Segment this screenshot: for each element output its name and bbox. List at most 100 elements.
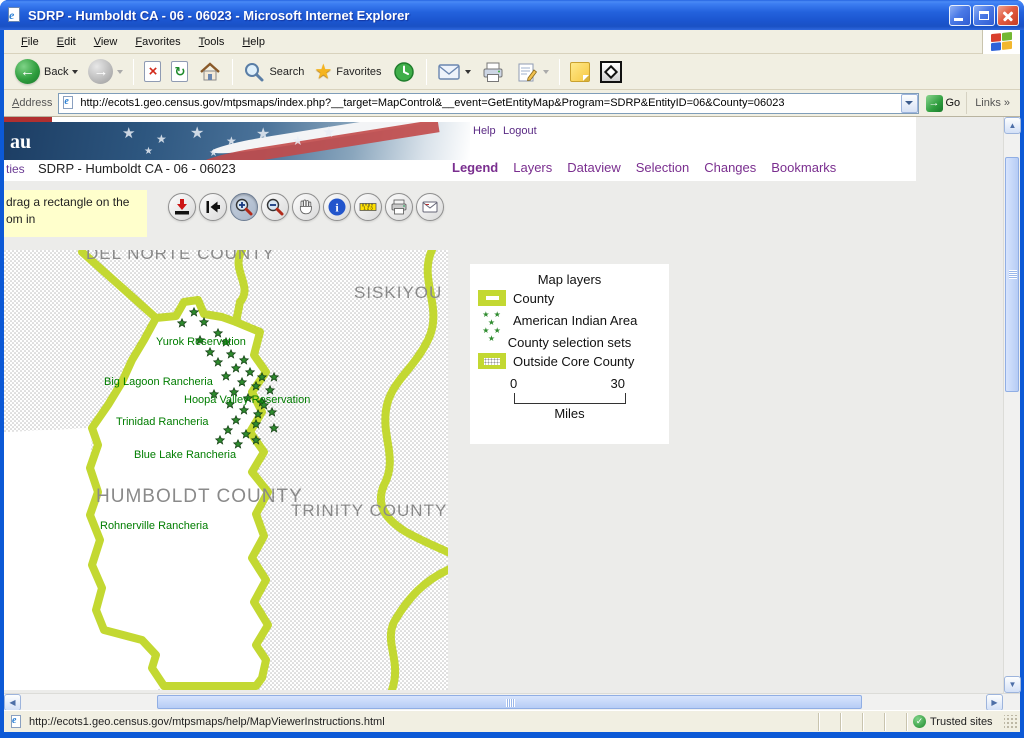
measure-button[interactable]: 1 2 3 [354,193,382,221]
status-url: http://ecots1.geo.census.gov/mtpsmaps/he… [29,716,385,728]
outside-core-label: Outside Core County [513,354,634,369]
horizontal-scroll-thumb[interactable] [157,695,862,709]
map-legend: Map layers County ★ ★ ★ ★ ★ ★ American I… [470,264,669,444]
tab-changes[interactable]: Changes [704,160,756,175]
horizontal-scroll-track[interactable] [21,694,986,710]
print-button[interactable] [476,57,510,87]
instruction-line2: om in [6,211,145,228]
menu-edit[interactable]: Edit [48,33,85,51]
svg-text:1 2 3: 1 2 3 [363,206,373,211]
tab-layers[interactable]: Layers [513,160,552,175]
page-tabs: Legend Layers Dataview Selection Changes… [452,160,836,175]
breadcrumb-partial[interactable]: ties [6,162,25,176]
export-map-button[interactable] [416,193,444,221]
census-flag-banner: ★ ★ ★ ★ ★ ★ ★ ★ ★ au [4,122,470,160]
zoom-out-icon [265,197,285,217]
forward-dropdown-icon[interactable] [117,70,123,74]
search-label: Search [269,66,304,78]
menu-view[interactable]: View [85,33,127,51]
menu-help[interactable]: Help [233,33,274,51]
previous-extent-button[interactable] [199,193,227,221]
back-button[interactable]: ← Back [10,57,83,87]
scroll-left-button[interactable]: ◀ [4,694,21,711]
toolbar-separator [133,59,134,85]
search-button[interactable]: Search [238,57,309,87]
zoom-in-button[interactable] [230,193,258,221]
vertical-scroll-track[interactable] [1004,134,1020,676]
mail-icon [437,62,461,82]
links-button[interactable]: Links » [966,92,1016,114]
status-bar: e http://ecots1.geo.census.gov/mtpsmaps/… [4,710,1020,732]
map-svg [4,250,448,690]
links-chevron-icon: » [1004,97,1010,109]
notes-button[interactable] [565,57,595,87]
help-link[interactable]: Help [473,125,496,137]
history-icon [392,60,416,84]
favorites-label: Favorites [336,66,381,78]
edit-page-icon [515,61,539,83]
resize-grip[interactable] [1004,715,1018,729]
vertical-scroll-thumb[interactable] [1005,157,1019,392]
tab-selection[interactable]: Selection [636,160,689,175]
legend-title: Map layers [470,264,669,287]
address-dropdown-button[interactable] [901,94,918,113]
logout-link[interactable]: Logout [503,125,537,137]
browser-window: e SDRP - Humboldt CA - 06 - 06023 - Micr… [0,0,1024,738]
print-icon [481,61,505,83]
favorites-button[interactable]: ★ Favorites [309,57,386,87]
scroll-up-button[interactable]: ▲ [1004,117,1021,134]
stop-button[interactable]: × [139,57,166,87]
identify-button[interactable]: i [323,193,351,221]
status-pane [818,713,840,731]
address-bar: Address e → Go Links » [4,90,1020,117]
zoom-out-button[interactable] [261,193,289,221]
mail-button[interactable] [432,57,476,87]
tab-bookmarks[interactable]: Bookmarks [771,160,836,175]
scroll-right-button[interactable]: ▶ [986,694,1003,711]
scroll-down-button[interactable]: ▼ [1004,676,1021,693]
status-pane [862,713,884,731]
ie-page-icon: e [6,7,23,24]
horizontal-scrollbar[interactable]: ◀ ▶ [4,693,1020,710]
go-button[interactable]: → Go [926,95,961,112]
banner-partial-text: au [10,131,31,154]
county-label-siskiyou: SISKIYOU [354,283,442,303]
edit-dropdown-icon[interactable] [543,70,549,74]
menu-favorites[interactable]: Favorites [126,33,189,51]
mail-dropdown-icon[interactable] [465,70,471,74]
outside-core-swatch [478,353,506,369]
vertical-scrollbar[interactable]: ▲ ▼ [1003,117,1020,693]
area-label-hoopa-valley: Hoopa Valley Reservation [184,394,310,406]
address-field[interactable]: e [58,93,918,114]
status-pane [884,713,906,731]
forward-button[interactable]: → [83,57,128,87]
window-title: SDRP - Humboldt CA - 06 - 06023 - Micros… [28,8,947,23]
page-favicon: e [62,96,76,110]
tab-legend[interactable]: Legend [452,160,498,175]
back-dropdown-icon[interactable] [72,70,78,74]
instruction-tooltip: drag a rectangle on the om in [4,190,147,237]
status-page-icon: e [10,715,24,729]
maximize-button[interactable] [973,5,995,26]
area-label-big-lagoon: Big Lagoon Rancheria [104,376,213,388]
refresh-button[interactable]: ↻ [166,57,193,87]
tab-dataview[interactable]: Dataview [567,160,620,175]
pan-button[interactable] [292,193,320,221]
address-input[interactable] [80,95,900,112]
zoom-full-extent-button[interactable] [168,193,196,221]
history-button[interactable] [387,57,421,87]
menu-tools[interactable]: Tools [190,33,234,51]
home-button[interactable] [193,57,227,87]
print-map-button[interactable] [385,193,413,221]
close-button[interactable] [997,5,1019,26]
title-bar[interactable]: e SDRP - Humboldt CA - 06 - 06023 - Micr… [0,0,1024,30]
security-zone-label: Trusted sites [930,716,993,728]
messenger-button[interactable] [595,57,627,87]
edit-button[interactable] [510,57,554,87]
pan-hand-icon [296,197,316,217]
menu-file[interactable]: File [12,33,48,51]
minimize-button[interactable] [949,5,971,26]
zoom-full-extent-icon [172,197,192,217]
map-viewport[interactable]: DEL NORTE COUNTY SISKIYOU HUMBOLDT COUNT… [4,250,448,690]
identify-icon: i [327,197,347,217]
